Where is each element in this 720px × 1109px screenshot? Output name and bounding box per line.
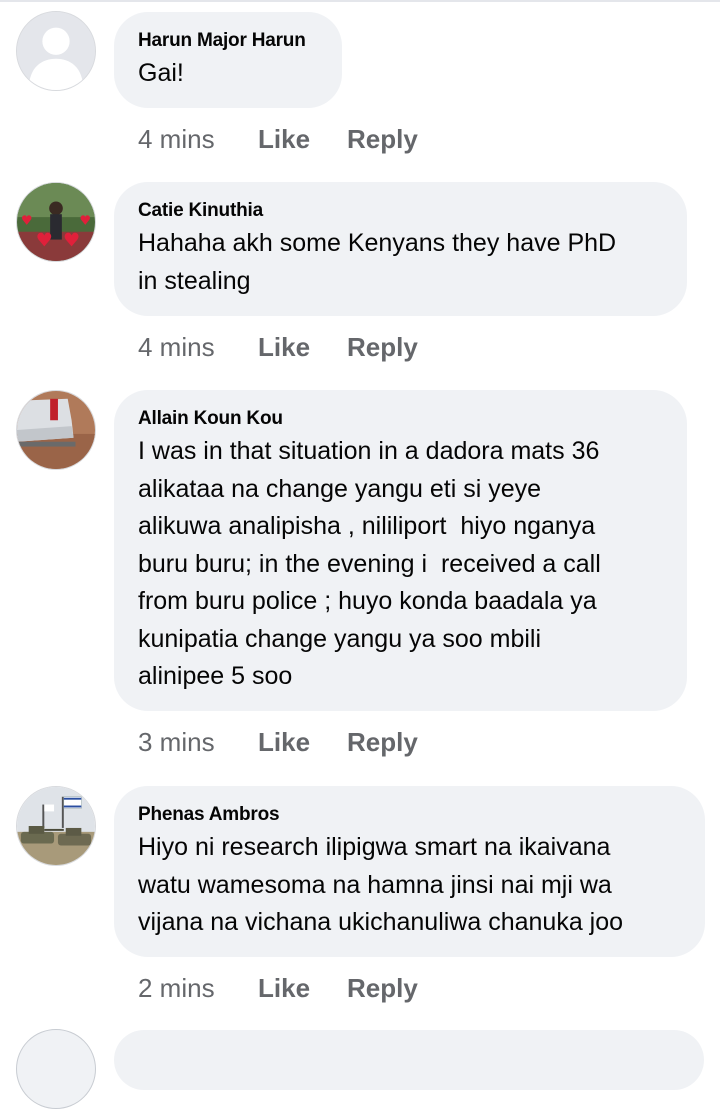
comment-bubble[interactable]: Phenas Ambros Hiyo ni research ilipigwa … (114, 786, 705, 957)
comment-bubble[interactable] (114, 1030, 704, 1090)
comment-text: Gai! (138, 59, 184, 87)
comment-author[interactable]: Catie Kinuthia (138, 200, 663, 222)
comment-actions: 4 mins Like Reply (138, 332, 418, 362)
comment-author[interactable]: Allain Koun Kou (138, 408, 663, 430)
comment-actions: 2 mins Like Reply (138, 973, 418, 1003)
like-button[interactable]: Like (258, 332, 347, 362)
reply-button[interactable]: Reply (347, 124, 418, 154)
comment-timestamp[interactable]: 2 mins (138, 973, 258, 1003)
avatar[interactable] (16, 182, 96, 262)
reply-button[interactable]: Reply (347, 727, 418, 757)
like-button[interactable]: Like (258, 973, 347, 1003)
reply-button[interactable]: Reply (347, 332, 418, 362)
comment-actions: 3 mins Like Reply (138, 727, 418, 757)
tanks-photo-icon (17, 787, 95, 865)
comment-bubble[interactable]: Catie Kinuthia Hahaha akh some Kenyans t… (114, 182, 687, 316)
comment-text: Hiyo ni research ilipigwa smart na ikaiv… (138, 833, 624, 936)
comment-actions: 4 mins Like Reply (138, 124, 418, 154)
comment-bubble[interactable]: Allain Koun Kou I was in that situation … (114, 390, 687, 711)
comment-timestamp[interactable]: 4 mins (138, 332, 258, 362)
comment-text: I was in that situation in a dadora mats… (138, 437, 601, 690)
avatar[interactable] (16, 786, 96, 866)
avatar[interactable] (16, 11, 96, 91)
top-divider (0, 0, 720, 2)
comment-timestamp[interactable]: 4 mins (138, 124, 258, 154)
comment-author[interactable]: Harun Major Harun (138, 30, 318, 52)
like-button[interactable]: Like (258, 124, 347, 154)
avatar[interactable] (16, 390, 96, 470)
avatar[interactable] (16, 1029, 96, 1109)
default-user-icon (17, 12, 95, 90)
comment-timestamp[interactable]: 3 mins (138, 727, 258, 757)
comment-bubble[interactable]: Harun Major Harun Gai! (114, 12, 342, 108)
reply-button[interactable]: Reply (347, 973, 418, 1003)
car-photo-icon (17, 391, 95, 469)
comment-author[interactable]: Phenas Ambros (138, 804, 681, 826)
comment-text: Hahaha akh some Kenyans they have PhD in… (138, 229, 617, 295)
person-photo-icon (17, 183, 95, 261)
like-button[interactable]: Like (258, 727, 347, 757)
